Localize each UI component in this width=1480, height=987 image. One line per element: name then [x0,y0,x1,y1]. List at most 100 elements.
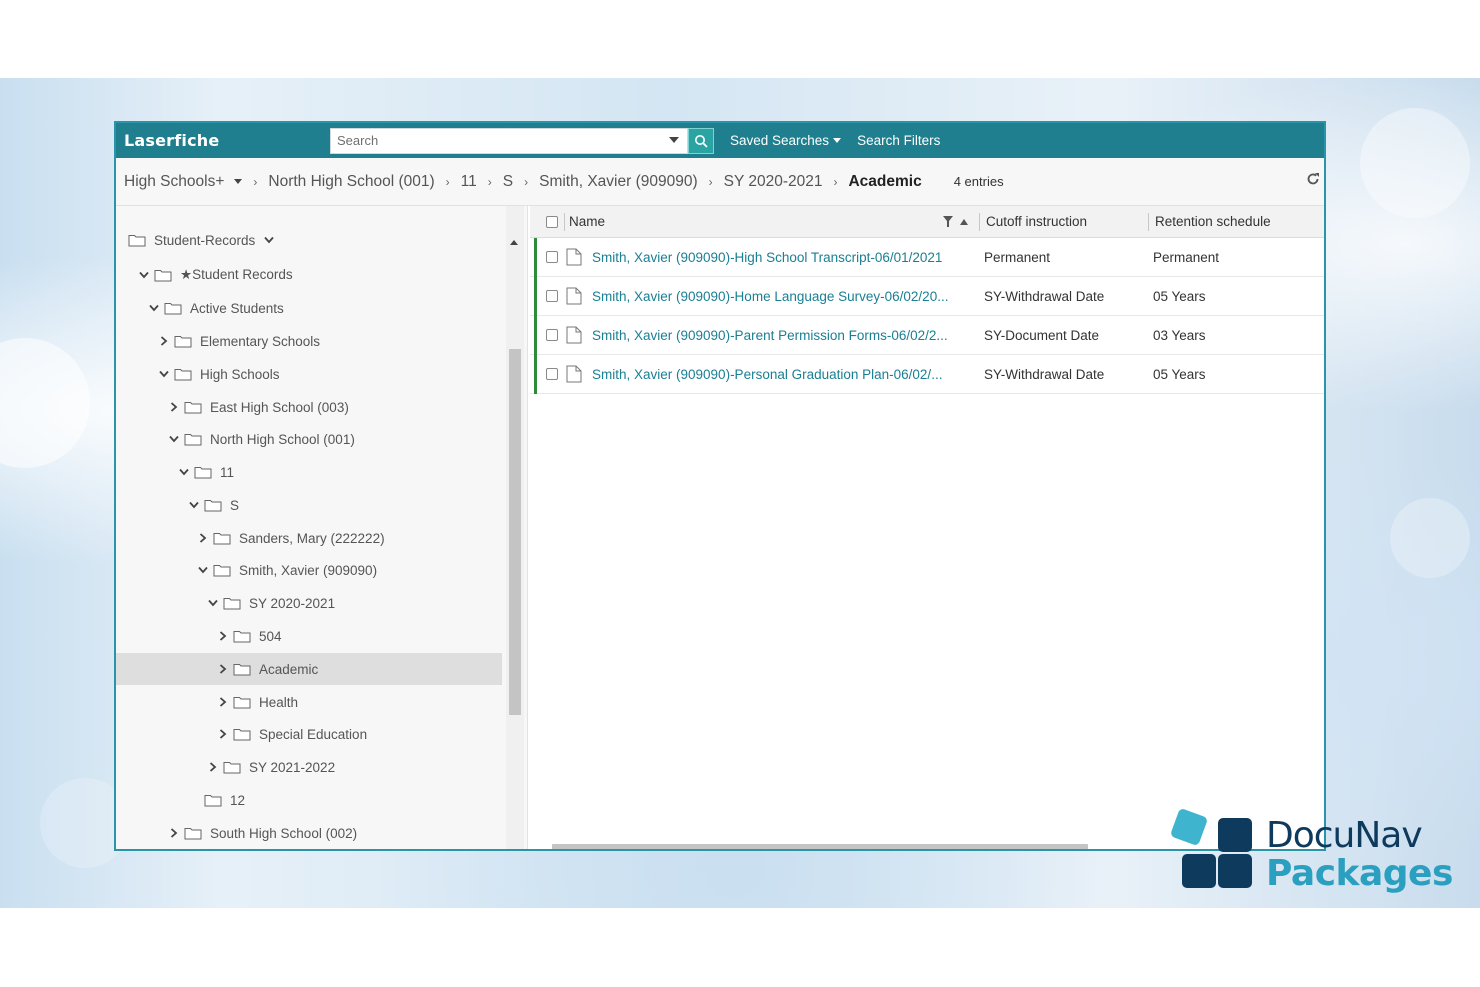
tree-item[interactable]: ★Student Records [116,259,502,291]
folder-icon [200,498,230,512]
column-header-retention[interactable]: Retention schedule [1155,214,1271,229]
tree-item[interactable]: SY 2020-2021 [116,587,502,619]
tree-item[interactable]: Active Students [116,292,502,324]
tree-item-label: 504 [259,628,282,644]
tree-item[interactable]: S [116,489,502,521]
row-checkbox[interactable] [546,251,558,263]
tree-item[interactable]: Student-Records [116,224,502,256]
chevron-right-icon[interactable] [217,728,229,740]
docunav-logo: DocuNav Packages [1166,806,1466,902]
folder-icon [209,563,239,577]
chevron-down-icon[interactable] [138,269,150,281]
breadcrumb-dropdown-icon[interactable] [234,179,243,184]
document-icon [566,248,582,266]
folder-icon [229,629,259,643]
sort-ascending-icon[interactable] [959,218,969,226]
document-name-link[interactable]: Smith, Xavier (909090)-Personal Graduati… [592,367,984,382]
refresh-icon[interactable] [1306,172,1320,186]
breadcrumb-item-high-schools[interactable]: High Schools+ [124,173,224,191]
chevron-right-icon[interactable] [158,335,170,347]
chevron-right-icon[interactable] [168,827,180,839]
retention-cell: Permanent [1153,249,1220,265]
breadcrumb-item-smith-xavier[interactable]: Smith, Xavier (909090) [539,173,698,191]
tree-item[interactable]: South High School (002) [116,817,502,849]
saved-searches-menu[interactable]: Saved Searches [730,133,842,148]
chevron-right-icon[interactable] [217,663,229,675]
tree-item[interactable]: Special Education [116,718,502,750]
table-row[interactable]: Smith, Xavier (909090)-Home Language Sur… [530,277,1324,316]
column-header-name[interactable]: Name [569,214,943,229]
search-icon [695,134,708,148]
cutoff-cell: SY-Document Date [984,327,1100,343]
chevron-down-icon[interactable] [188,499,200,511]
chevron-right-icon[interactable] [207,761,219,773]
folder-icon [160,301,190,315]
column-divider [564,212,565,231]
tree-item[interactable]: Elementary Schools [116,325,502,357]
table-row[interactable]: Smith, Xavier (909090)-Parent Permission… [530,316,1324,355]
tree-item[interactable]: Health [116,686,502,718]
breadcrumb-item-11[interactable]: 11 [461,173,477,191]
tree-item-label: Smith, Xavier (909090) [239,562,378,578]
document-name-link[interactable]: Smith, Xavier (909090)-Home Language Sur… [592,289,984,304]
chevron-down-icon[interactable] [263,234,275,246]
tree-scrollbar[interactable] [506,206,524,849]
tree-item[interactable]: 504 [116,620,502,652]
breadcrumb-item-north-high[interactable]: North High School (001) [268,173,434,191]
row-checkbox[interactable] [546,290,558,302]
tree-item-label: Sanders, Mary (222222) [239,530,385,546]
column-divider [1148,212,1149,231]
chevron-right-icon[interactable] [168,401,180,413]
search-input[interactable] [337,129,667,152]
chevron-right-icon[interactable] [217,696,229,708]
search-filters-link[interactable]: Search Filters [857,133,940,148]
retention-cell: 05 Years [1153,366,1206,382]
row-status-accent [534,277,537,316]
chevron-down-icon[interactable] [197,564,209,576]
docunav-mark-icon [1171,809,1252,888]
list-header: Name Cutoff instruction Retention schedu… [530,206,1324,238]
chevron-right-icon[interactable] [217,630,229,642]
tree-item[interactable]: Sanders, Mary (222222) [116,522,502,554]
row-status-accent [534,355,537,394]
tree-item[interactable]: 12 [116,784,502,816]
column-header-cutoff[interactable]: Cutoff instruction [986,214,1148,229]
tree-item[interactable]: Smith, Xavier (909090) [116,554,502,586]
table-row[interactable]: Smith, Xavier (909090)-High School Trans… [530,238,1324,277]
search-button[interactable] [688,127,714,154]
tree-item-label: Academic [259,661,319,677]
breadcrumb-item-sy-2020-2021[interactable]: SY 2020-2021 [724,173,823,191]
tree-item[interactable]: High Schools [116,358,502,390]
filter-icon[interactable] [943,216,953,227]
tree-item[interactable]: SY 2021-2022 [116,751,502,783]
table-row[interactable]: Smith, Xavier (909090)-Personal Graduati… [530,355,1324,394]
tree-item-label: East High School (003) [210,399,349,415]
row-checkbox[interactable] [546,368,558,380]
chevron-down-icon[interactable] [178,466,190,478]
search-dropdown-icon[interactable] [669,136,679,143]
caret-down-icon [833,138,842,143]
chevron-down-icon[interactable] [148,302,160,314]
chevron-down-icon[interactable] [158,368,170,380]
tree-item[interactable]: 11 [116,456,502,488]
folder-icon [229,695,259,709]
breadcrumb-item-s[interactable]: S [503,173,513,191]
horizontal-scrollbar[interactable] [552,844,1088,849]
chevron-down-icon[interactable] [168,433,180,445]
tree-item[interactable]: Academic [116,653,502,685]
document-name-link[interactable]: Smith, Xavier (909090)-Parent Permission… [592,328,984,343]
scroll-up-icon[interactable] [510,240,518,245]
select-all-checkbox[interactable] [546,215,558,228]
folder-icon [150,268,180,282]
chevron-right-icon[interactable] [197,532,209,544]
entry-count: 4 entries [953,174,1004,189]
document-name-link[interactable]: Smith, Xavier (909090)-High School Trans… [592,250,984,265]
chevron-down-icon[interactable] [207,597,219,609]
tree-scroll-thumb[interactable] [509,349,521,715]
folder-icon [200,793,230,807]
row-checkbox[interactable] [546,329,558,341]
search-box[interactable] [330,127,688,154]
tree-item[interactable]: East High School (003) [116,391,502,423]
tree-item[interactable]: North High School (001) [116,423,502,455]
